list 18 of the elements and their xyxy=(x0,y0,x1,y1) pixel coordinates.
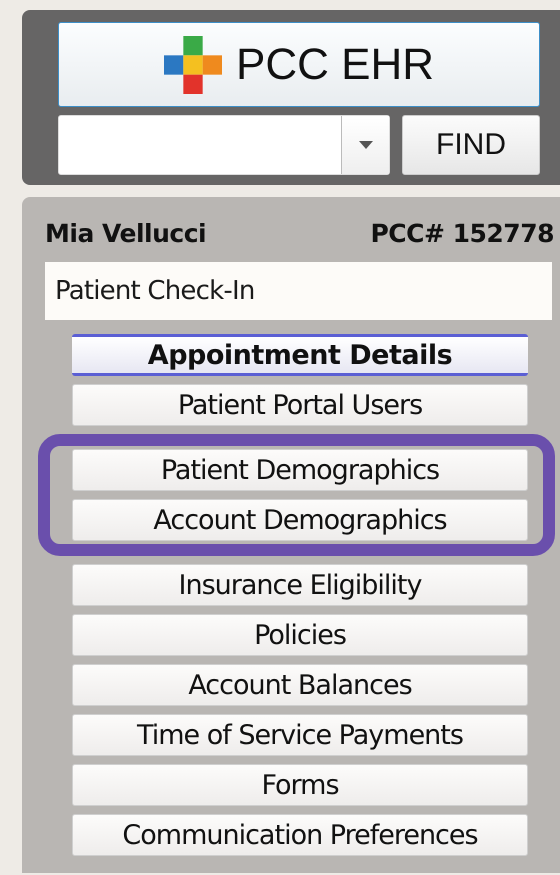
chart-number: PCC# 152778 xyxy=(370,219,554,248)
logo-button[interactable]: PCC EHR xyxy=(58,22,540,107)
caret-icon xyxy=(358,141,372,149)
menu-button[interactable]: Patient Demographics xyxy=(72,449,528,491)
menu-button[interactable]: Appointment Details xyxy=(72,334,528,376)
cross-logo-icon xyxy=(164,36,222,94)
menu-button[interactable]: Forms xyxy=(72,764,528,806)
workflow-field[interactable]: Patient Check-In xyxy=(45,262,552,320)
menu-button[interactable]: Patient Portal Users xyxy=(72,384,528,426)
find-button[interactable]: FIND xyxy=(402,115,540,175)
menu-button[interactable]: Account Balances xyxy=(72,664,528,706)
patient-name: Mia Vellucci xyxy=(45,219,206,248)
menu-button[interactable]: Policies xyxy=(72,614,528,656)
menu-button[interactable]: Insurance Eligibility xyxy=(72,564,528,606)
dropdown-button[interactable] xyxy=(341,116,389,174)
menu-button[interactable]: Communication Preferences xyxy=(72,814,528,856)
menu-button[interactable]: Account Demographics xyxy=(72,499,528,541)
menu-button[interactable]: Time of Service Payments xyxy=(72,714,528,756)
